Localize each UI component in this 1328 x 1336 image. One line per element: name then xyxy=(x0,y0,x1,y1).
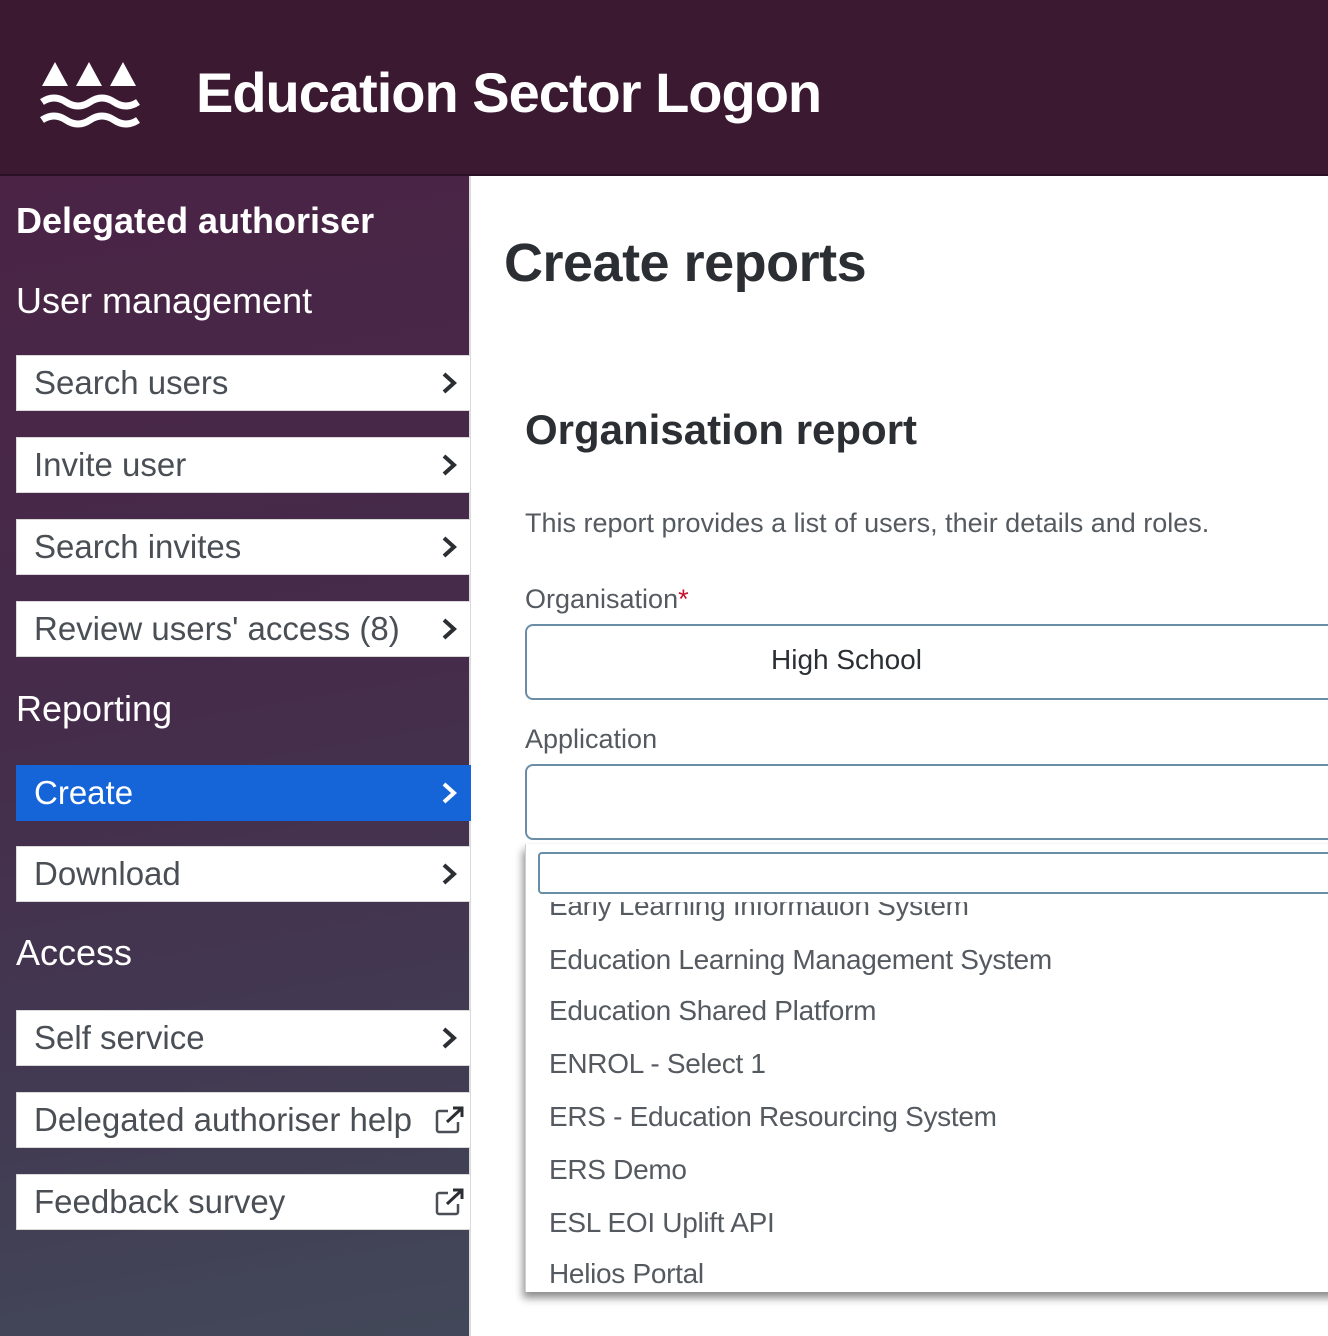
page-title: Create reports xyxy=(504,233,867,293)
app-title: Education Sector Logon xyxy=(196,61,822,124)
sidebar-item-feedback-survey[interactable]: Feedback survey xyxy=(16,1174,471,1230)
external-link-icon xyxy=(435,1106,464,1134)
sidebar-item-label: Feedback survey xyxy=(34,1183,286,1220)
application-option[interactable]: ENROL - Select 1 xyxy=(549,1048,766,1080)
sidebar-item-label: Self service xyxy=(34,1019,205,1056)
sidebar-item-self-service[interactable]: Self service xyxy=(16,1010,471,1066)
sidebar-item-download[interactable]: Download xyxy=(16,846,471,902)
chevron-right-icon xyxy=(442,782,457,804)
organisation-label: Organisation* xyxy=(525,584,689,615)
application-option[interactable]: Education Shared Platform xyxy=(549,995,876,1027)
application-select[interactable] xyxy=(525,764,1328,840)
application-dropdown: Early Learning Information System Educat… xyxy=(525,844,1328,1292)
sidebar-item-label: Download xyxy=(34,855,181,892)
application-option[interactable]: Education Learning Management System xyxy=(549,944,1052,976)
sidebar-role-heading: Delegated authoriser xyxy=(16,200,375,241)
sidebar-item-label: Review users' access (8) xyxy=(34,610,400,647)
mountains-waves-logo-icon xyxy=(40,62,140,128)
chevron-right-icon xyxy=(442,372,457,394)
application-option[interactable]: Early Learning Information System xyxy=(549,902,969,922)
sidebar-item-create[interactable]: Create xyxy=(16,765,471,821)
chevron-right-icon xyxy=(442,1027,457,1049)
app-header: Education Sector Logon xyxy=(0,0,1328,176)
required-marker: * xyxy=(678,584,689,614)
application-option[interactable]: ESL EOI Uplift API xyxy=(549,1207,775,1239)
external-link-icon xyxy=(435,1188,464,1216)
main-content: Create reports Organisation report This … xyxy=(473,178,1328,1336)
organisation-value: High School xyxy=(771,644,922,675)
sidebar-item-label: Create xyxy=(34,774,134,811)
sidebar-section-access: Access xyxy=(16,932,133,973)
application-option[interactable]: Helios Portal xyxy=(549,1258,704,1290)
sidebar-item-label: Invite user xyxy=(34,446,187,483)
report-description: This report provides a list of users, th… xyxy=(525,508,1210,538)
chevron-right-icon xyxy=(442,536,457,558)
application-option[interactable]: ERS - Education Resourcing System xyxy=(549,1101,997,1133)
sidebar-item-search-invites[interactable]: Search invites xyxy=(16,519,471,575)
application-label: Application xyxy=(525,724,658,754)
application-search-input[interactable] xyxy=(538,852,1328,894)
sidebar-item-search-users[interactable]: Search users xyxy=(16,355,471,411)
sidebar-item-label: Search users xyxy=(34,364,229,401)
section-title: Organisation report xyxy=(525,406,918,453)
sidebar-section-user-management: User management xyxy=(16,280,313,321)
chevron-right-icon xyxy=(442,618,457,640)
sidebar-item-delegated-authoriser-help[interactable]: Delegated authoriser help xyxy=(16,1092,471,1148)
chevron-right-icon xyxy=(442,863,457,885)
sidebar-section-reporting: Reporting xyxy=(16,688,173,729)
sidebar-item-label: Delegated authoriser help xyxy=(34,1101,412,1138)
sidebar-item-label: Search invites xyxy=(34,528,242,565)
sidebar-item-review-users-access[interactable]: Review users' access (8) xyxy=(16,601,471,657)
chevron-right-icon xyxy=(442,454,457,476)
organisation-field[interactable]: High School xyxy=(525,624,1328,700)
sidebar: Delegated authoriser User management Sea… xyxy=(0,176,471,1336)
sidebar-item-invite-user[interactable]: Invite user xyxy=(16,437,471,493)
organisation-label-text: Organisation xyxy=(525,584,679,614)
application-option[interactable]: ERS Demo xyxy=(549,1154,687,1186)
